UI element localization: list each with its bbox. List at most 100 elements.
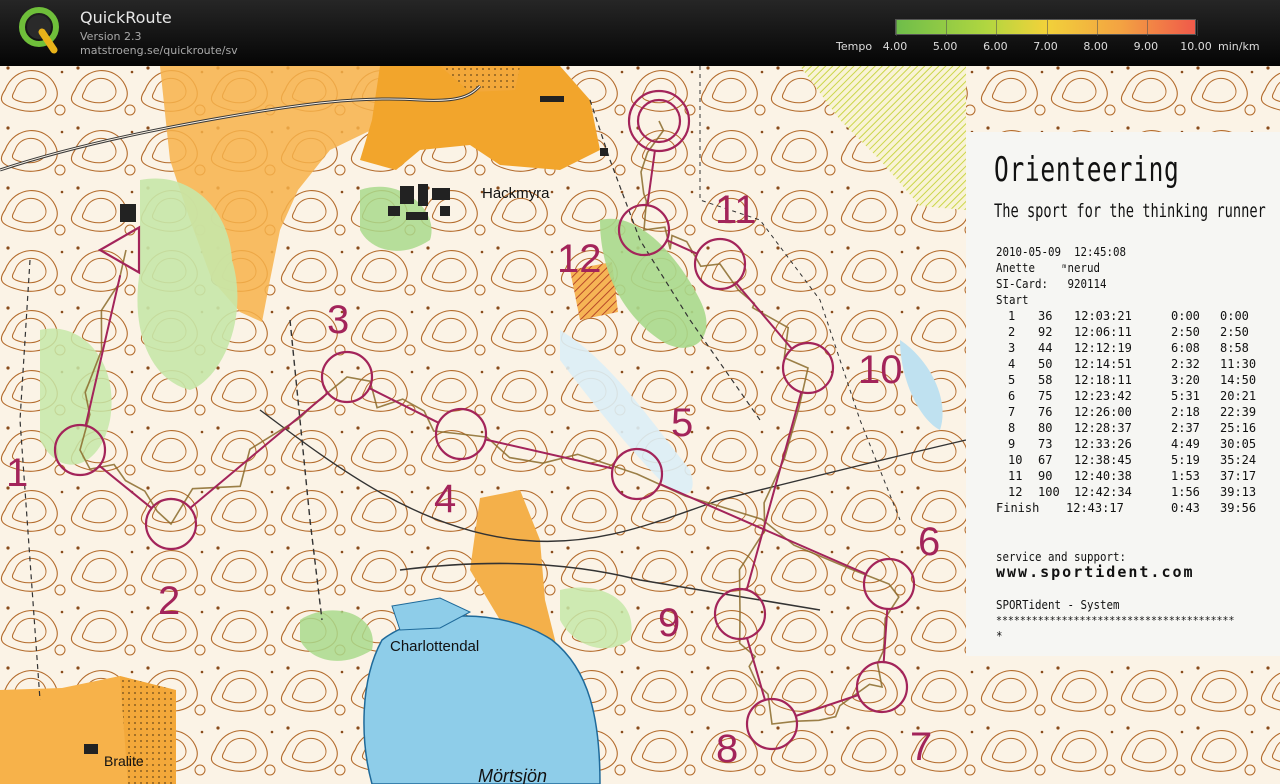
receipt-row-number: 12 — [1008, 485, 1023, 499]
control-number-label: 12 — [557, 237, 602, 281]
tempo-color-scale — [895, 19, 1198, 36]
app-version: Version 2.3 — [80, 30, 142, 43]
receipt-row-number: 3 — [1008, 341, 1016, 355]
receipt-row-split: 2:18 — [1171, 405, 1200, 419]
receipt-row-time: 12:40:38 — [1074, 469, 1132, 483]
receipt-row-time: 12:06:11 — [1074, 325, 1132, 339]
receipt-row-time: 12:18:11 — [1074, 373, 1132, 387]
receipt-row-number: 8 — [1008, 421, 1016, 435]
receipt-row-time: 12:26:00 — [1074, 405, 1132, 419]
receipt-row-total: 35:24 — [1220, 453, 1257, 467]
receipt-row-total: 14:50 — [1220, 373, 1257, 387]
receipt-row-split: 5:19 — [1171, 453, 1200, 467]
receipt-row-code: 67 — [1038, 453, 1053, 467]
receipt-row-total: 37:17 — [1220, 469, 1257, 483]
receipt-row-code: 76 — [1038, 405, 1053, 419]
receipt-row-time: 12:42:34 — [1074, 485, 1132, 499]
receipt-row-split: 6:08 — [1171, 341, 1200, 355]
receipt-row-total: 22:39 — [1220, 405, 1257, 419]
receipt-row-number: 4 — [1008, 357, 1016, 371]
receipt-row-code: 75 — [1038, 389, 1053, 403]
tempo-tick — [996, 20, 998, 36]
receipt-row-time: 12:23:42 — [1074, 389, 1132, 403]
receipt-row-split: 3:20 — [1171, 373, 1200, 387]
receipt-row-time: 12:12:19 — [1074, 341, 1132, 355]
receipt-row-time: 12:14:51 — [1074, 357, 1132, 371]
app-url-link[interactable]: matstroeng.se/quickroute/sv — [80, 44, 238, 57]
receipt-row-time: 12:03:21 — [1074, 309, 1132, 323]
receipt-start-label: Start — [996, 293, 1029, 307]
receipt-row-split: 1:56 — [1171, 485, 1200, 499]
receipt-si-card: SI-Card: 920114 — [996, 277, 1107, 291]
receipt-row-code: 58 — [1038, 373, 1053, 387]
receipt-runner-name: Anette ᵐnerud — [996, 261, 1101, 275]
control-number-label: 2 — [158, 579, 180, 623]
receipt-row-time: 12:43:17 — [1066, 501, 1124, 515]
tempo-tick — [896, 20, 897, 36]
control-number-label: 8 — [716, 727, 738, 771]
control-number-label: 7 — [910, 725, 932, 769]
receipt-row-number: 2 — [1008, 325, 1016, 339]
control-number-label: 9 — [658, 601, 680, 645]
receipt-row-code: 44 — [1038, 341, 1053, 355]
receipt-row-total: 20:21 — [1220, 389, 1257, 403]
receipt-system: SPORTident - System — [996, 598, 1120, 612]
receipt-row-split: 5:31 — [1171, 389, 1200, 403]
tempo-tick-label: 7.00 — [1033, 40, 1058, 53]
place-name-bralite: Bralite — [104, 753, 144, 769]
receipt-row-number: 10 — [1008, 453, 1023, 467]
tempo-tick-label: 5.00 — [932, 40, 958, 53]
receipt-subtitle: The sport for the thinking runner — [994, 200, 1266, 222]
receipt-row-time: 12:38:45 — [1074, 453, 1132, 467]
tempo-tick — [1197, 20, 1198, 36]
quickroute-logo-icon — [19, 7, 59, 54]
tempo-tick-label: 6.00 — [983, 40, 1008, 53]
control-number-label: 4 — [434, 477, 456, 521]
control-number-label: 11 — [715, 188, 757, 232]
receipt-row-number: 6 — [1008, 389, 1016, 403]
receipt-row-split: 1:53 — [1171, 469, 1200, 483]
sportident-receipt: Orienteering The sport for the thinking … — [966, 132, 1280, 656]
receipt-row-split: 2:37 — [1171, 421, 1200, 435]
receipt-stars-end: * — [996, 629, 1003, 643]
tempo-label: Tempo — [836, 40, 873, 53]
receipt-row-number: 7 — [1008, 405, 1016, 419]
control-number-label: 3 — [327, 298, 349, 342]
receipt-row-number: 1 — [1008, 309, 1016, 323]
receipt-row-split: 2:32 — [1171, 357, 1200, 371]
tempo-tick — [1096, 20, 1098, 36]
tempo-tick-label: 4.00 — [882, 40, 908, 53]
control-number-label: 1 — [6, 451, 28, 495]
receipt-row-total: 0:00 — [1220, 309, 1249, 323]
receipt-row-total: 11:30 — [1220, 357, 1257, 371]
receipt-row-split: 2:50 — [1171, 325, 1200, 339]
receipt-row-code: 73 — [1038, 437, 1053, 451]
place-name-mortsjon: Mörtsjön — [478, 766, 547, 784]
receipt-row-code: 80 — [1038, 421, 1053, 435]
receipt-row-total: 30:05 — [1220, 437, 1257, 451]
control-number-label: 5 — [671, 401, 693, 445]
receipt-row-total: 2:50 — [1220, 325, 1249, 339]
receipt-row-total: 8:58 — [1220, 341, 1249, 355]
orienteering-map[interactable]: 1 2 3 4 5 6 7 8 9 10 11 12 Hackmyra Charlottendal B… — [0, 66, 1280, 784]
tempo-tick — [946, 20, 948, 36]
receipt-row-number: 9 — [1008, 437, 1016, 451]
receipt-row-split: 0:43 — [1171, 501, 1200, 515]
receipt-row-code: 90 — [1038, 469, 1053, 483]
receipt-title: Orienteering — [994, 150, 1180, 190]
receipt-url: www.sportident.com — [996, 563, 1195, 581]
receipt-row-code: 36 — [1038, 309, 1053, 323]
receipt-row-total: 25:16 — [1220, 421, 1257, 435]
tempo-tick — [1146, 20, 1148, 36]
app-header: QuickRoute Version 2.3 matstroeng.se/qui… — [0, 0, 1280, 66]
receipt-row-total: 39:56 — [1220, 501, 1257, 515]
receipt-row-number: Finish — [996, 501, 1040, 515]
receipt-date: 2010-05-09 12:45:08 — [996, 245, 1127, 259]
receipt-row-code: 50 — [1038, 357, 1053, 371]
control-number-label: 6 — [918, 520, 940, 564]
receipt-row-number: 11 — [1008, 469, 1023, 483]
tempo-tick-label: 8.00 — [1083, 40, 1108, 53]
receipt-row-total: 39:13 — [1220, 485, 1257, 499]
receipt-row-code: 92 — [1038, 325, 1053, 339]
receipt-row-code: 100 — [1038, 485, 1060, 499]
